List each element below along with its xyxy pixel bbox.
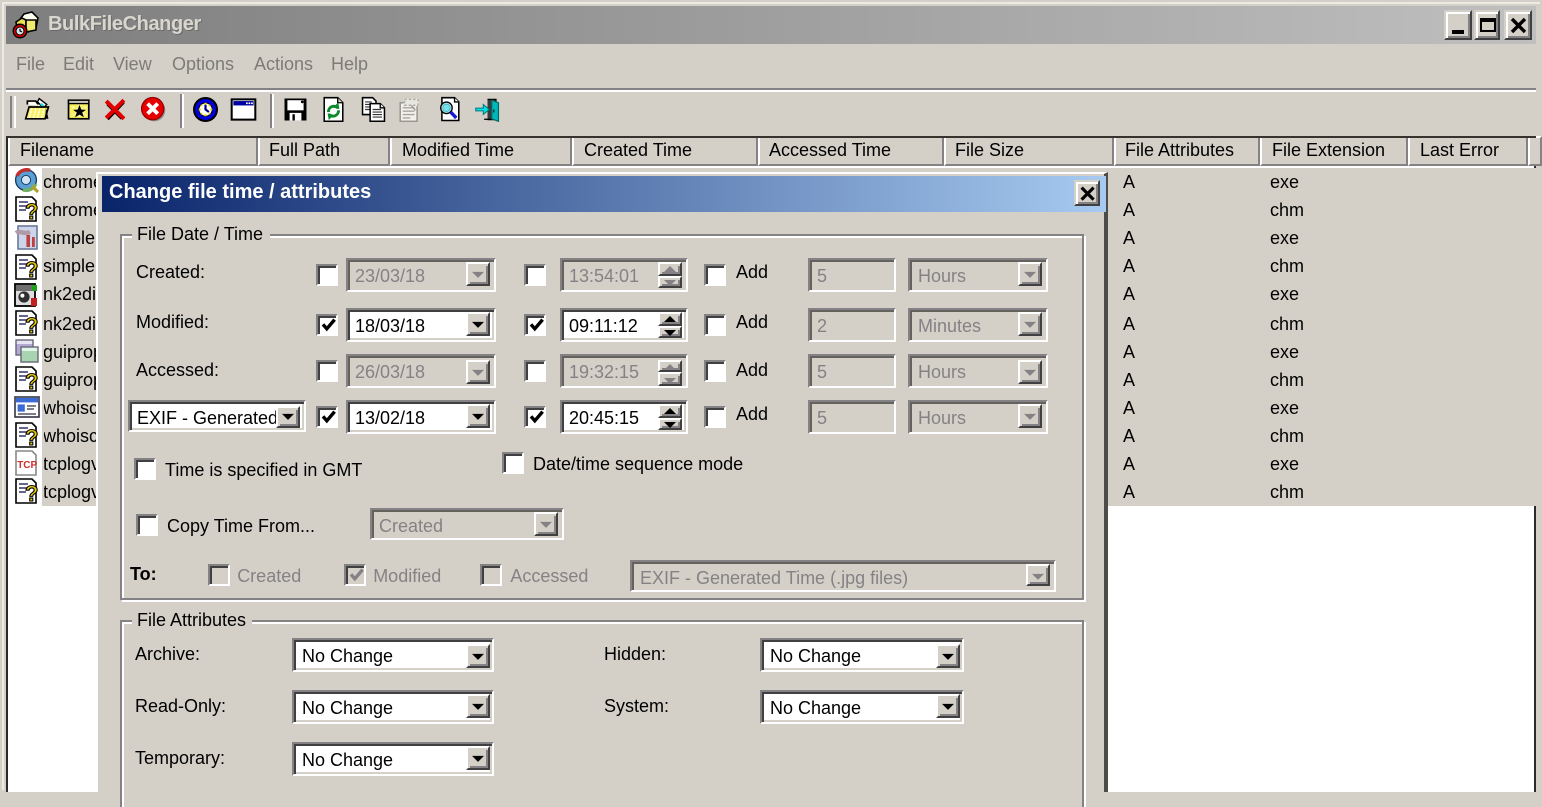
svg-text:?: ? — [25, 426, 38, 449]
svg-text:?: ? — [25, 200, 38, 223]
svg-text:?: ? — [25, 256, 38, 279]
svg-text:TCP: TCP — [17, 461, 37, 472]
svg-text:?: ? — [25, 313, 38, 336]
svg-text:?: ? — [25, 369, 38, 392]
svg-text:?: ? — [25, 482, 38, 505]
